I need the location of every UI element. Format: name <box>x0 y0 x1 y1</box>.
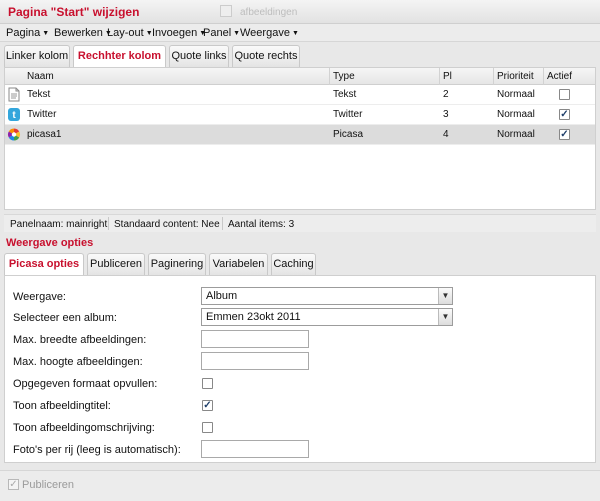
show-description-label: Toon afbeeldingomschrijving: <box>13 422 155 434</box>
footer-bar: ✓ Publiceren <box>0 470 600 501</box>
album-select-value: Emmen 23okt 2011 <box>206 311 301 323</box>
weergave-select-value: Album <box>206 290 238 302</box>
table-row[interactable]: Tekst Tekst 2 Normaal <box>5 85 595 105</box>
standard-content-text: Standaard content: Nee <box>114 219 220 230</box>
column-header-pl[interactable]: Pl <box>443 71 452 82</box>
table-row[interactable]: t Twitter Twitter 3 Normaal ✓ <box>5 105 595 125</box>
column-divider <box>329 68 330 85</box>
table-row[interactable]: picasa1 Picasa 4 Normaal ✓ <box>5 125 595 145</box>
max-width-input[interactable] <box>201 330 309 348</box>
status-divider <box>108 217 109 230</box>
menu-label: Panel <box>203 27 232 39</box>
row-name: Twitter <box>27 109 57 120</box>
items-count-text: Aantal items: 3 <box>228 219 295 230</box>
fill-format-label: Opgegeven formaat opvullen: <box>13 378 158 390</box>
row-name: picasa1 <box>27 129 62 140</box>
ghost-text: afbeeldingen <box>240 7 298 18</box>
row-priority: Normaal <box>497 129 535 140</box>
column-header-actief[interactable]: Actief <box>547 71 572 82</box>
tab-quote-rechts[interactable]: Quote rechts <box>232 45 300 67</box>
menu-label: Weergave <box>240 27 290 39</box>
tab-variabelen[interactable]: Variabelen <box>209 253 268 275</box>
menu-label: Lay-out <box>107 27 144 39</box>
column-header-prioriteit[interactable]: Prioriteit <box>497 71 534 82</box>
show-title-label: Toon afbeeldingtitel: <box>13 400 111 412</box>
per-row-label: Foto's per rij (leeg is automatisch): <box>13 444 181 456</box>
menu-label: Invoegen <box>152 27 198 39</box>
weergave-select[interactable]: Album ▼ <box>201 287 453 305</box>
panel-name-text: Panelnaam: mainright <box>10 219 108 230</box>
max-height-label: Max. hoogte afbeeldingen: <box>13 356 143 368</box>
row-pl: 4 <box>443 129 449 140</box>
tab-caching[interactable]: Caching <box>271 253 316 275</box>
chevron-down-icon: ▼ <box>438 288 452 304</box>
caret-down-icon: ▼ <box>291 30 299 37</box>
menu-invoegen[interactable]: Invoegen ▼ <box>152 27 206 39</box>
row-pl: 3 <box>443 109 449 120</box>
column-divider <box>439 68 440 85</box>
picasa-icon <box>7 128 21 141</box>
option-tabs: Picasa opties Publiceren Paginering Vari… <box>4 253 596 276</box>
tab-publiceren[interactable]: Publiceren <box>87 253 145 275</box>
row-priority: Normaal <box>497 89 535 100</box>
grid-statusbar: Panelnaam: mainright Standaard content: … <box>4 214 596 232</box>
row-name: Tekst <box>27 89 51 100</box>
row-priority: Normaal <box>497 109 535 120</box>
menu-panel[interactable]: Panel ▼ <box>203 27 240 39</box>
publish-label: Publiceren <box>22 479 74 491</box>
column-divider <box>493 68 494 85</box>
show-description-checkbox[interactable] <box>202 422 213 433</box>
chevron-down-icon: ▼ <box>438 309 452 325</box>
menu-bar: Pagina ▼ Bewerken ▼ Lay-out ▼ Invoegen ▼ Pan… <box>0 24 600 42</box>
column-divider <box>543 68 544 85</box>
column-header-naam[interactable]: Naam <box>27 71 54 82</box>
column-tabs: Linker kolom Rechhter kolom Quote links … <box>4 45 596 68</box>
active-checkbox[interactable]: ✓ <box>559 129 570 140</box>
show-title-checkbox[interactable]: ✓ <box>202 400 213 411</box>
menu-layout[interactable]: Lay-out ▼ <box>107 27 153 39</box>
per-row-input[interactable] <box>201 440 309 458</box>
weergave-label: Weergave: <box>13 291 66 303</box>
grid-header: Naam Type Pl Prioriteit Actief <box>5 68 595 85</box>
max-width-label: Max. breedte afbeeldingen: <box>13 334 147 346</box>
window-titlebar: Pagina "Start" wijzigen afbeeldingen <box>0 0 600 24</box>
menu-bewerken[interactable]: Bewerken ▼ <box>54 27 112 39</box>
tab-picasa-opties[interactable]: Picasa opties <box>4 253 84 276</box>
menu-pagina[interactable]: Pagina ▼ <box>6 27 49 39</box>
row-type: Tekst <box>333 89 357 100</box>
window-title: Pagina "Start" wijzigen <box>8 5 140 19</box>
row-type: Picasa <box>333 129 364 140</box>
row-type: Twitter <box>333 109 363 120</box>
menu-label: Bewerken <box>54 27 103 39</box>
image-folder-icon <box>220 5 232 17</box>
tab-paginering[interactable]: Paginering <box>148 253 206 275</box>
max-height-input[interactable] <box>201 352 309 370</box>
status-divider <box>222 217 223 230</box>
section-title: Weergave opties <box>6 237 94 249</box>
active-checkbox[interactable] <box>559 89 570 100</box>
tab-linker-kolom[interactable]: Linker kolom <box>4 45 70 67</box>
options-panel: Weergave: Album ▼ Selecteer een album: E… <box>4 275 596 463</box>
publish-checkbox[interactable]: ✓ <box>8 479 19 490</box>
column-header-type[interactable]: Type <box>333 71 355 82</box>
tab-quote-links[interactable]: Quote links <box>169 45 229 67</box>
caret-down-icon: ▼ <box>42 30 50 37</box>
album-select[interactable]: Emmen 23okt 2011 ▼ <box>201 308 453 326</box>
twitter-icon: t <box>8 108 20 121</box>
fill-format-checkbox[interactable] <box>202 378 213 389</box>
album-label: Selecteer een album: <box>13 312 117 324</box>
tab-rechter-kolom[interactable]: Rechhter kolom <box>73 45 166 68</box>
menu-label: Pagina <box>6 27 41 39</box>
row-pl: 2 <box>443 89 449 100</box>
items-grid: Naam Type Pl Prioriteit Actief Tekst Tek… <box>4 67 596 210</box>
text-document-icon <box>8 87 20 102</box>
menu-weergave[interactable]: Weergave ▼ <box>240 27 299 39</box>
active-checkbox[interactable]: ✓ <box>559 109 570 120</box>
